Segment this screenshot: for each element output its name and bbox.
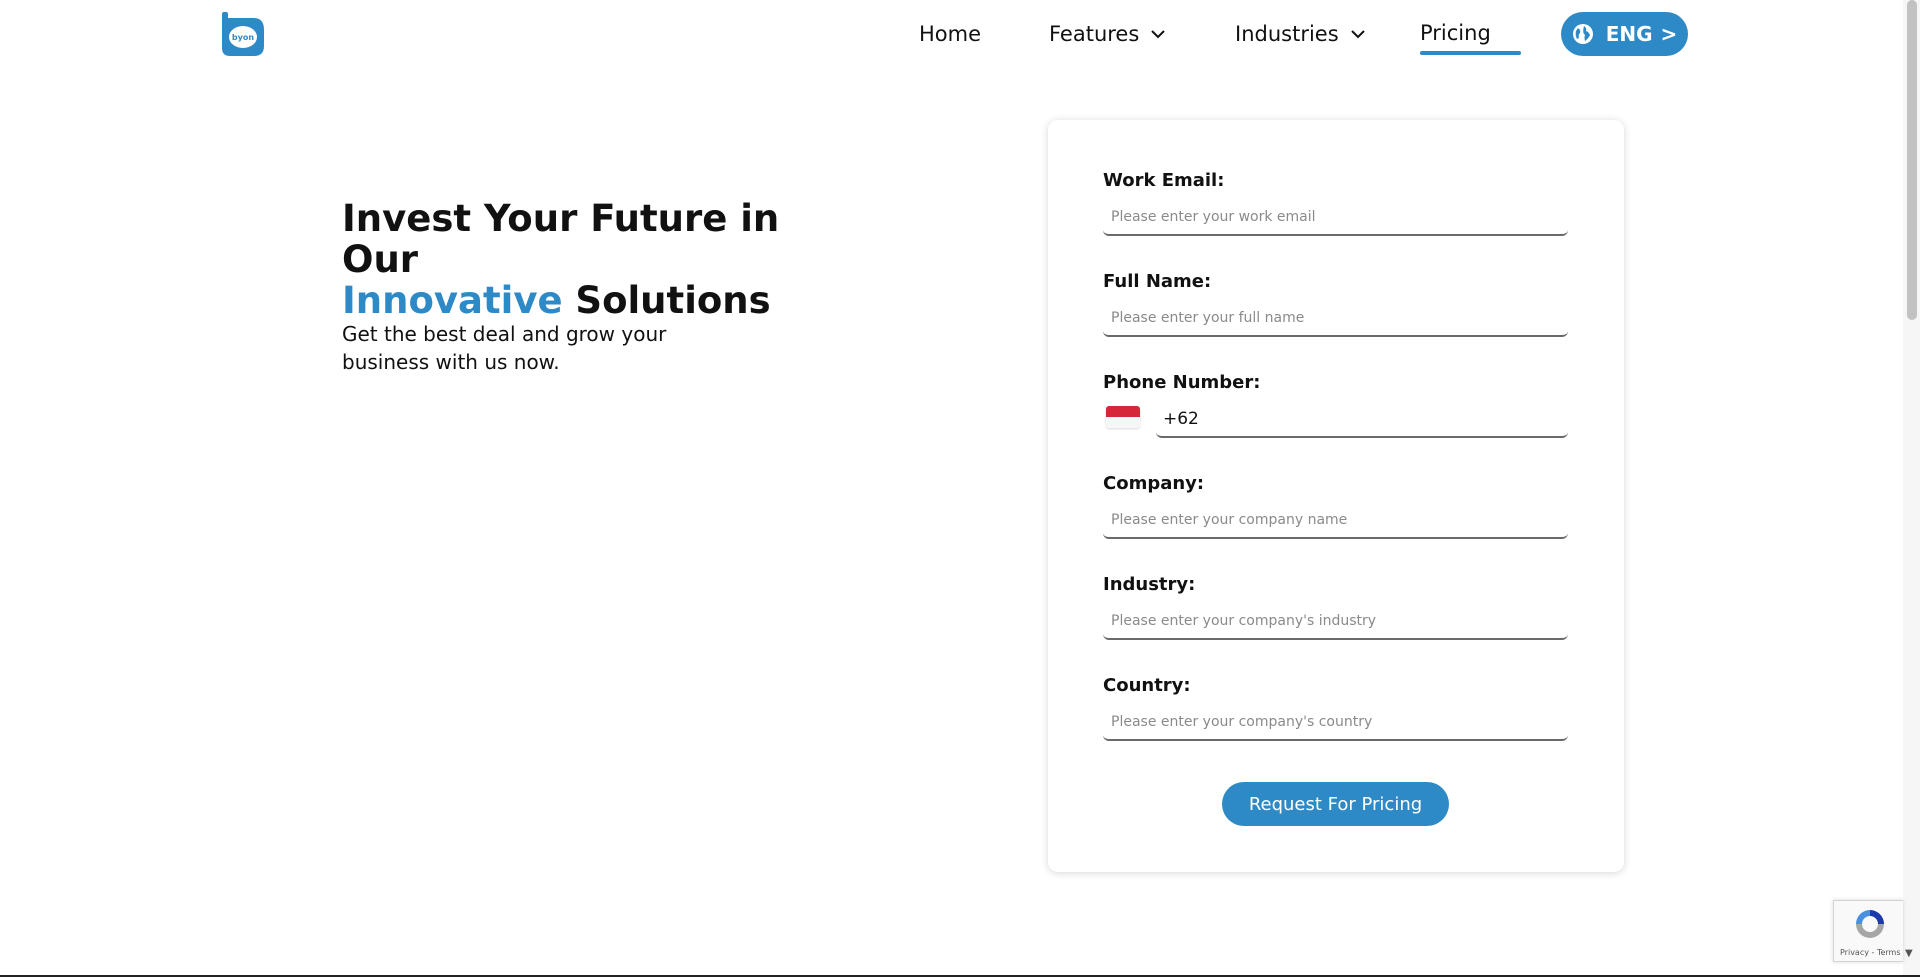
- hero-title-line1: Invest Your Future in Our: [342, 197, 780, 281]
- request-pricing-button[interactable]: Request For Pricing: [1222, 782, 1449, 826]
- nav-pricing-label: Pricing: [1420, 21, 1491, 45]
- indonesia-flag-icon[interactable]: [1106, 406, 1140, 428]
- language-arrow: >: [1660, 22, 1678, 46]
- globe-icon: [1572, 24, 1593, 44]
- nav-industries-label: Industries: [1235, 22, 1339, 46]
- full-name-input[interactable]: [1103, 301, 1568, 337]
- recaptcha-links[interactable]: Privacy - Terms: [1840, 948, 1901, 957]
- nav-home[interactable]: Home: [919, 18, 981, 50]
- company-input[interactable]: [1103, 503, 1568, 539]
- hero-title: Invest Your Future in Our Innovative Sol…: [342, 198, 862, 321]
- work-email-label: Work Email:: [1103, 170, 1225, 191]
- nav-pricing[interactable]: Pricing: [1420, 17, 1491, 49]
- scrollbar-thumb[interactable]: [1907, 0, 1917, 320]
- site-header: byon Home Features Industries Pricing EN…: [0, 0, 1920, 70]
- industry-label: Industry:: [1103, 574, 1196, 595]
- nav-active-indicator: [1420, 51, 1521, 55]
- logo-text: byon: [232, 33, 254, 42]
- country-input[interactable]: [1103, 705, 1568, 741]
- phone-number-label: Phone Number:: [1103, 372, 1261, 393]
- industry-input[interactable]: [1103, 604, 1568, 640]
- language-button[interactable]: ENG >: [1561, 12, 1688, 56]
- nav-features-label: Features: [1049, 22, 1140, 46]
- language-label: ENG: [1605, 22, 1653, 46]
- nav-industries[interactable]: Industries: [1235, 18, 1367, 50]
- country-label: Country:: [1103, 675, 1191, 696]
- hero-title-rest: Solutions: [562, 279, 771, 322]
- work-email-input[interactable]: [1103, 200, 1568, 236]
- nav-features[interactable]: Features: [1049, 18, 1167, 50]
- hero-subtitle: Get the best deal and grow your business…: [342, 322, 667, 374]
- byon-logo[interactable]: byon: [216, 10, 266, 58]
- full-name-label: Full Name:: [1103, 271, 1212, 292]
- recaptcha-icon: [1856, 910, 1884, 938]
- nav-home-label: Home: [919, 22, 982, 46]
- scroll-down-arrow[interactable]: ▼: [1905, 948, 1913, 959]
- chevron-down-icon: [1350, 30, 1365, 39]
- pricing-request-form: Work Email: Full Name: Phone Number: Com…: [1048, 120, 1624, 872]
- hero-title-accent: Innovative: [342, 279, 563, 322]
- phone-number-input[interactable]: [1156, 402, 1568, 438]
- company-label: Company:: [1103, 473, 1205, 494]
- chevron-down-icon: [1151, 30, 1166, 39]
- recaptcha-badge[interactable]: Privacy - Terms: [1833, 900, 1903, 962]
